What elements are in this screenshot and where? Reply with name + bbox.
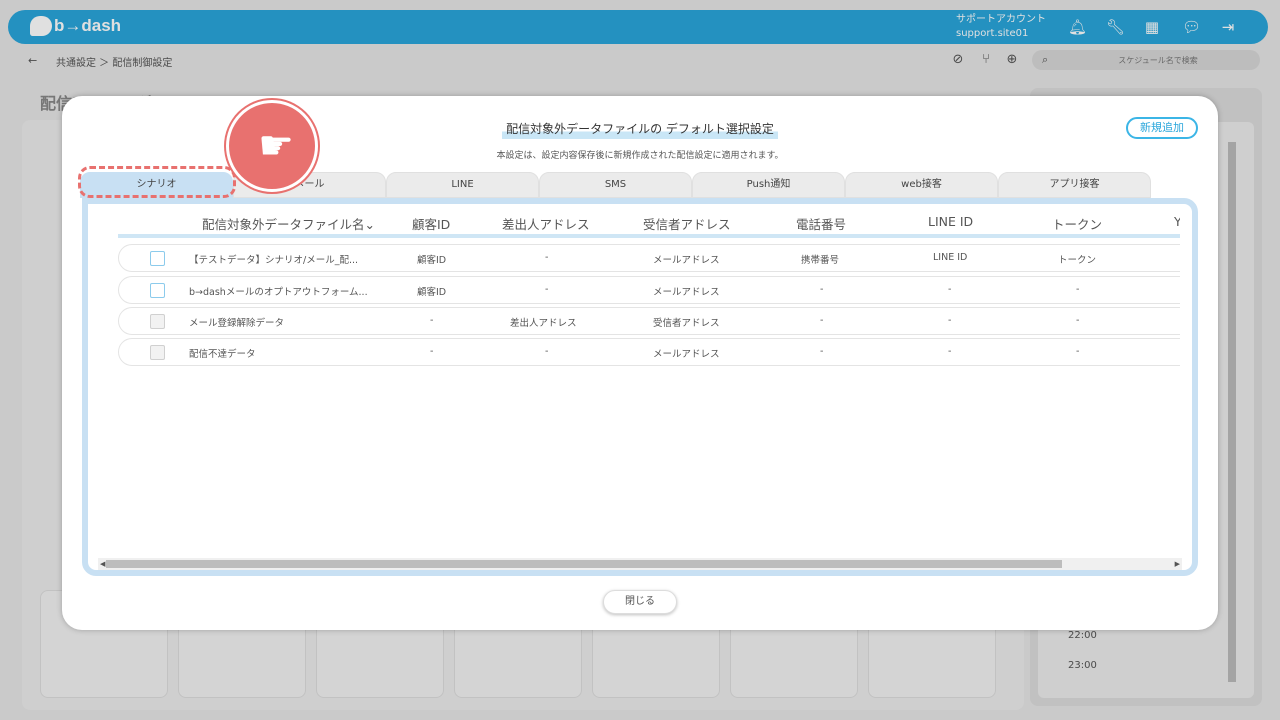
pointing-hand-icon: ☛ xyxy=(258,123,294,169)
scroll-right-icon[interactable]: ▶ xyxy=(1175,558,1180,570)
default-selection-modal: 配信対象外データファイルの デフォルト選択設定 本設定は、設定内容保存後に新規作… xyxy=(62,96,1218,630)
cell-token: - xyxy=(1076,346,1080,357)
column-header-cut: Y xyxy=(1174,214,1180,229)
column-header-phone: 電話番号 xyxy=(796,217,847,232)
data-table: 配信対象外データファイル名⌄ 顧客ID 差出人アドレス 受信者アドレス 電話番号… xyxy=(118,206,1180,556)
close-button[interactable]: 閉じる xyxy=(603,590,677,614)
column-header-sender: 差出人アドレス xyxy=(502,217,590,232)
cell-phone: - xyxy=(820,284,824,295)
row-checkbox-disabled xyxy=(150,314,165,329)
tab-line[interactable]: LINE xyxy=(386,172,539,198)
cell-recipient: メールアドレス xyxy=(653,349,720,360)
cell-phone: - xyxy=(820,315,824,326)
row-checkbox[interactable] xyxy=(150,251,165,266)
tab-push[interactable]: Push通知 xyxy=(692,172,845,198)
cell-token: - xyxy=(1076,315,1080,326)
cell-filename: 【テストデータ】シナリオ/メール_配... xyxy=(189,255,359,266)
cell-filename: b→dashメールのオプトアウトフォーム... xyxy=(189,287,368,298)
column-header-filename[interactable]: 配信対象外データファイル名⌄ xyxy=(202,214,375,233)
scrollbar-thumb[interactable] xyxy=(106,560,1062,568)
column-header-label: 配信対象外データファイル名 xyxy=(202,217,365,232)
add-new-button[interactable]: 新規追加 xyxy=(1126,117,1198,139)
scroll-left-icon[interactable]: ◀ xyxy=(100,558,105,570)
cell-recipient: メールアドレス xyxy=(653,255,720,266)
cell-customer-id: 顧客ID xyxy=(417,287,447,298)
sort-chevron-icon[interactable]: ⌄ xyxy=(365,217,375,232)
column-header-recipient: 受信者アドレス xyxy=(643,217,731,232)
cell-sender: - xyxy=(545,284,549,295)
cell-phone: 携帯番号 xyxy=(801,255,840,266)
cell-filename: 配信不達データ xyxy=(189,349,256,360)
pointer-callout: ☛ xyxy=(226,100,318,192)
header-divider xyxy=(118,234,1180,238)
table-row: 配信不達データ - - メールアドレス - - - xyxy=(118,338,1180,366)
cell-line-id: - xyxy=(948,284,952,295)
tab-sms[interactable]: SMS xyxy=(539,172,692,198)
column-header-token: トークン xyxy=(1052,217,1103,232)
cell-recipient: メールアドレス xyxy=(653,287,720,298)
cell-line-id: - xyxy=(948,346,952,357)
cell-line-id: - xyxy=(948,315,952,326)
row-checkbox-disabled xyxy=(150,345,165,360)
cell-token: トークン xyxy=(1058,255,1097,266)
tab-highlight-marker xyxy=(78,166,236,198)
row-checkbox[interactable] xyxy=(150,283,165,298)
cell-sender: - xyxy=(545,346,549,357)
horizontal-scrollbar[interactable]: ◀ ▶ xyxy=(98,558,1182,570)
column-header-line-id: LINE ID xyxy=(928,214,974,229)
tab-app[interactable]: アプリ接客 xyxy=(998,172,1151,198)
column-header-customer-id: 顧客ID xyxy=(412,217,451,232)
cell-customer-id: - xyxy=(430,346,434,357)
cell-sender: 差出人アドレス xyxy=(510,318,577,329)
modal-title-text: 配信対象外データファイルの デフォルト選択設定 xyxy=(502,120,778,139)
tab-web[interactable]: web接客 xyxy=(845,172,998,198)
cell-filename: メール登録解除データ xyxy=(189,318,285,329)
cell-line-id: LINE ID xyxy=(933,252,968,263)
cell-recipient: 受信者アドレス xyxy=(653,318,720,329)
cell-sender: - xyxy=(545,252,549,263)
cell-customer-id: 顧客ID xyxy=(417,255,447,266)
cell-phone: - xyxy=(820,346,824,357)
cell-token: - xyxy=(1076,284,1080,295)
cell-customer-id: - xyxy=(430,315,434,326)
table-row: 【テストデータ】シナリオ/メール_配... 顧客ID - メールアドレス 携帯番… xyxy=(118,244,1180,272)
table-row: メール登録解除データ - 差出人アドレス 受信者アドレス - - - xyxy=(118,307,1180,335)
table-row: b→dashメールのオプトアウトフォーム... 顧客ID - メールアドレス -… xyxy=(118,276,1180,304)
table-frame: 配信対象外データファイル名⌄ 顧客ID 差出人アドレス 受信者アドレス 電話番号… xyxy=(82,198,1198,576)
